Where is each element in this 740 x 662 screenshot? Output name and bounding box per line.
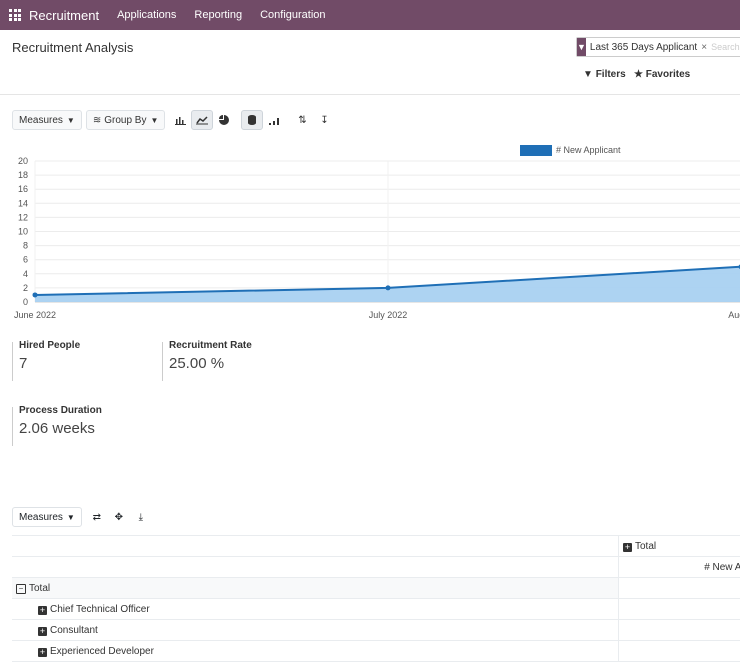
caret-down-icon: ▼: [67, 513, 75, 522]
kpi-divider: [162, 342, 163, 381]
search-bar[interactable]: ▼ Last 365 Days Applicant × Search...: [576, 37, 740, 57]
kpi-value: 2.06 weeks: [19, 420, 102, 437]
data-point: [386, 285, 391, 290]
sort-descending-icon: ⇅: [298, 115, 306, 126]
data-point: [33, 292, 38, 297]
pie-chart-icon: [219, 115, 229, 125]
y-tick-label: 6: [23, 255, 28, 265]
kpi-label: Hired People: [19, 340, 80, 351]
pivot-cell: [619, 641, 740, 662]
kpi-hired-people[interactable]: Hired People 7: [12, 340, 80, 372]
pivot-measure-header[interactable]: # New Ap: [619, 557, 740, 578]
minus-square-icon: −: [16, 584, 26, 594]
filter-icon: ▼: [583, 69, 593, 80]
line-chart: 0 2 4 6 8 10 12 14 16 18 20 June 2022 July 2022 Augus…: [0, 140, 740, 325]
download-icon: ⤓: [139, 512, 143, 523]
legend-label: # New Applicant: [556, 145, 621, 155]
line-chart-button[interactable]: [191, 110, 213, 130]
caret-down-icon: ▼: [150, 116, 158, 125]
arrows-icon: ✥: [115, 512, 123, 523]
line-chart-icon: [196, 116, 208, 125]
page-title: Recruitment Analysis: [12, 40, 133, 55]
plus-square-icon: +: [623, 543, 632, 552]
y-tick-label: 4: [23, 269, 28, 279]
remove-facet-icon[interactable]: ×: [701, 42, 707, 53]
kpi-value: 7: [19, 355, 80, 372]
bar-chart-button[interactable]: [169, 110, 191, 130]
sort-ascending-icon: ↧: [320, 115, 328, 126]
kpi-label: Process Duration: [19, 405, 102, 416]
kpi-value: 25.00 %: [169, 355, 252, 372]
favorites-button[interactable]: ★ Favorites: [634, 69, 690, 80]
menu-applications[interactable]: Applications: [117, 9, 176, 21]
pivot-corner: [12, 536, 619, 557]
filters-button[interactable]: ▼ Filters: [583, 69, 626, 80]
flip-axis-button[interactable]: ⇄: [86, 507, 108, 527]
pivot-row-header[interactable]: +Consultant: [12, 620, 619, 641]
y-tick-label: 10: [18, 227, 28, 237]
stacked-button[interactable]: [241, 110, 263, 130]
sort-descending-button[interactable]: ⇅: [291, 110, 313, 130]
pivot-total-row[interactable]: −Total: [12, 578, 619, 599]
download-button[interactable]: ⤓: [130, 507, 152, 527]
y-tick-label: 8: [23, 241, 28, 251]
kpi-divider: [12, 407, 13, 446]
sort-ascending-button[interactable]: ↧: [313, 110, 335, 130]
bar-chart-icon: [175, 116, 186, 125]
y-tick-label: 14: [18, 198, 28, 208]
pivot-corner: [12, 557, 619, 578]
pivot-toolbar: Measures▼ ⇄ ✥ ⤓: [12, 506, 152, 528]
plus-square-icon: +: [38, 606, 47, 615]
search-facet: Last 365 Days Applicant: [586, 42, 701, 53]
measures-dropdown[interactable]: Measures▼: [12, 110, 82, 130]
pivot-cell: [619, 620, 740, 641]
search-input[interactable]: Search...: [711, 42, 740, 52]
caret-down-icon: ▼: [67, 116, 75, 125]
exchange-icon: ⇄: [93, 512, 101, 523]
group-by-dropdown[interactable]: ≋ Group By▼: [86, 110, 166, 130]
filter-icon: ▼: [577, 38, 586, 56]
kpi-process-duration[interactable]: Process Duration 2.06 weeks: [12, 405, 102, 437]
y-tick-label: 2: [23, 283, 28, 293]
y-tick-label: 20: [18, 156, 28, 166]
pivot-table: +Total # New Ap −Total +Chief Technical …: [12, 535, 740, 662]
navbar: Recruitment Applications Reporting Confi…: [0, 0, 740, 30]
kpi-label: Recruitment Rate: [169, 340, 252, 351]
apps-grid-icon[interactable]: [9, 9, 21, 21]
app-name[interactable]: Recruitment: [29, 8, 99, 23]
pivot-cell: [619, 578, 740, 599]
pivot-row-header[interactable]: +Experienced Developer: [12, 641, 619, 662]
pivot-measures-dropdown[interactable]: Measures▼: [12, 507, 82, 527]
control-panel-divider: [0, 94, 740, 95]
legend-swatch: [520, 145, 552, 156]
x-tick-label: June 2022: [14, 310, 56, 320]
signal-icon: [269, 116, 279, 125]
kpi-divider: [12, 342, 13, 381]
menu-reporting[interactable]: Reporting: [194, 9, 242, 21]
kpi-recruitment-rate[interactable]: Recruitment Rate 25.00 %: [162, 340, 252, 372]
pie-chart-button[interactable]: [213, 110, 235, 130]
pivot-col-header[interactable]: +Total: [619, 536, 740, 557]
plus-square-icon: +: [38, 627, 47, 636]
cumulative-button[interactable]: [263, 110, 285, 130]
menu-configuration[interactable]: Configuration: [260, 9, 325, 21]
pivot-cell: [619, 599, 740, 620]
x-tick-label: July 2022: [369, 310, 408, 320]
pivot-row-header[interactable]: +Chief Technical Officer: [12, 599, 619, 620]
star-icon: ★: [634, 69, 643, 80]
database-icon: [248, 115, 256, 125]
y-tick-label: 0: [23, 297, 28, 307]
y-tick-label: 12: [18, 212, 28, 222]
y-tick-label: 16: [18, 184, 28, 194]
plus-square-icon: +: [38, 648, 47, 657]
expand-all-button[interactable]: ✥: [108, 507, 130, 527]
x-tick-label: Augus: [728, 310, 740, 320]
y-tick-label: 18: [18, 170, 28, 180]
graph-toolbar: Measures▼ ≋ Group By▼: [12, 110, 335, 130]
layers-icon: ≋: [93, 115, 101, 126]
